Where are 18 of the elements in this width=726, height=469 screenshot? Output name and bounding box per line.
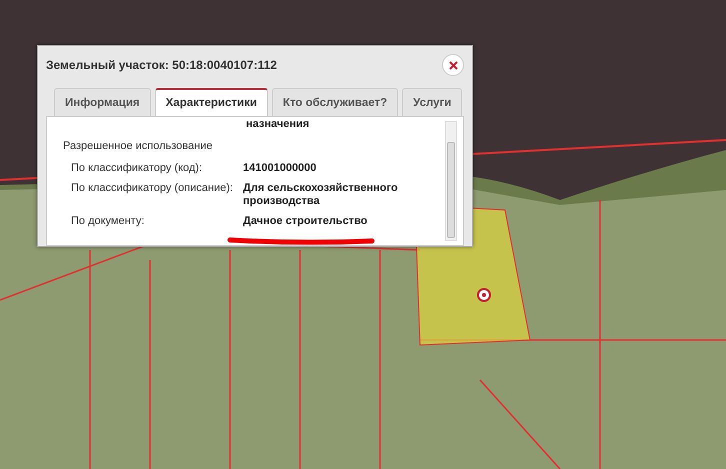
tab[interactable]: Характеристики <box>154 88 268 116</box>
section-heading: Разрешенное использование <box>63 140 212 152</box>
field-value: Для сельскохозяйственного производства <box>243 182 399 210</box>
field-label: По документу: <box>71 215 146 229</box>
map-marker-icon[interactable] <box>477 288 491 302</box>
popup-title: Земельный участок: 50:18:0040107:112 <box>46 58 277 72</box>
close-icon <box>448 60 458 70</box>
scrollbar-thumb[interactable] <box>447 142 455 238</box>
tab[interactable]: Информация <box>54 88 151 116</box>
field-value: Дачное строительство <box>243 215 368 229</box>
field-label: По классификатору (описание): <box>71 182 234 196</box>
field-value: 141001000000 <box>243 162 316 176</box>
tab[interactable]: Кто обслуживает? <box>272 88 398 116</box>
tab[interactable]: Услуги <box>402 88 462 116</box>
value-text: назначения <box>246 118 310 130</box>
close-button[interactable] <box>442 54 464 76</box>
scrollbar[interactable] <box>445 121 457 242</box>
field-label: По классификатору (код): <box>71 162 204 176</box>
